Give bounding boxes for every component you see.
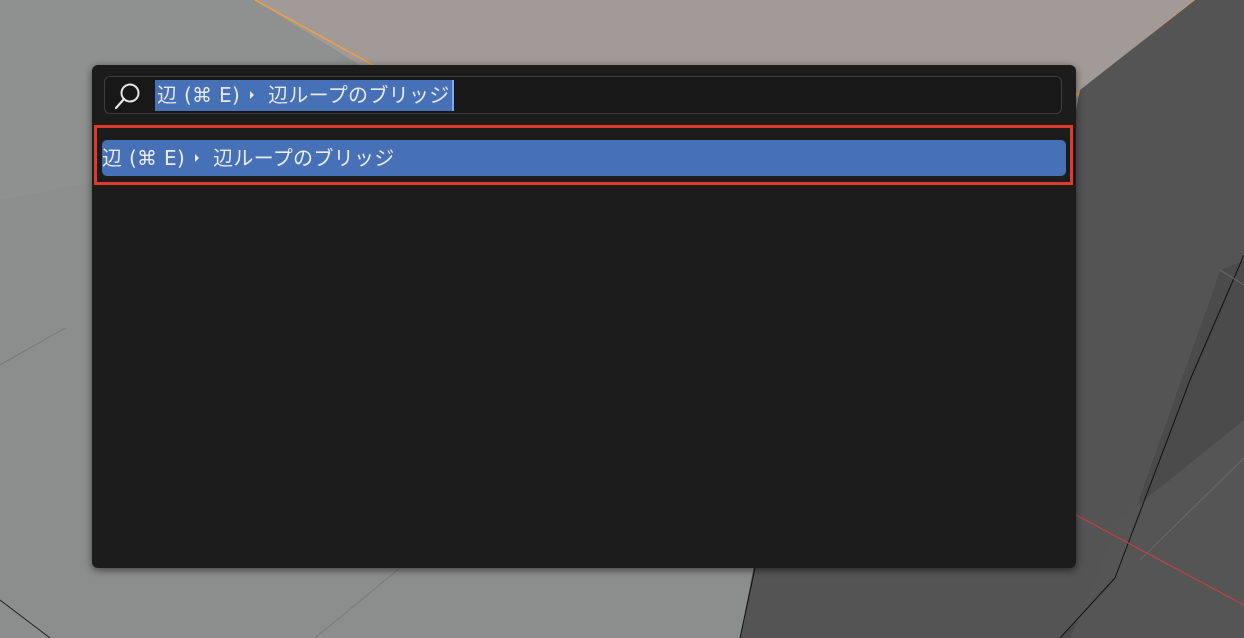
search-item: 辺ループのブリッジ: [268, 83, 450, 107]
search-field[interactable]: 辺 (⌘ E) 辺ループのブリッジ: [104, 76, 1062, 114]
result-category: 辺 (⌘ E): [102, 146, 186, 170]
text-cursor: [452, 80, 454, 111]
menu-search-popup: 辺 (⌘ E) 辺ループのブリッジ 辺 (⌘ E) 辺ループのブリッジ: [92, 65, 1076, 568]
search-icon: [114, 83, 140, 110]
search-input-text[interactable]: 辺 (⌘ E) 辺ループのブリッジ: [155, 80, 452, 111]
triangle-right-icon: [195, 153, 200, 162]
search-category: 辺 (⌘ E): [157, 83, 241, 107]
triangle-right-icon: [250, 90, 255, 99]
search-result-item[interactable]: 辺 (⌘ E) 辺ループのブリッジ: [102, 140, 1066, 176]
result-item-label: 辺ループのブリッジ: [213, 146, 395, 170]
